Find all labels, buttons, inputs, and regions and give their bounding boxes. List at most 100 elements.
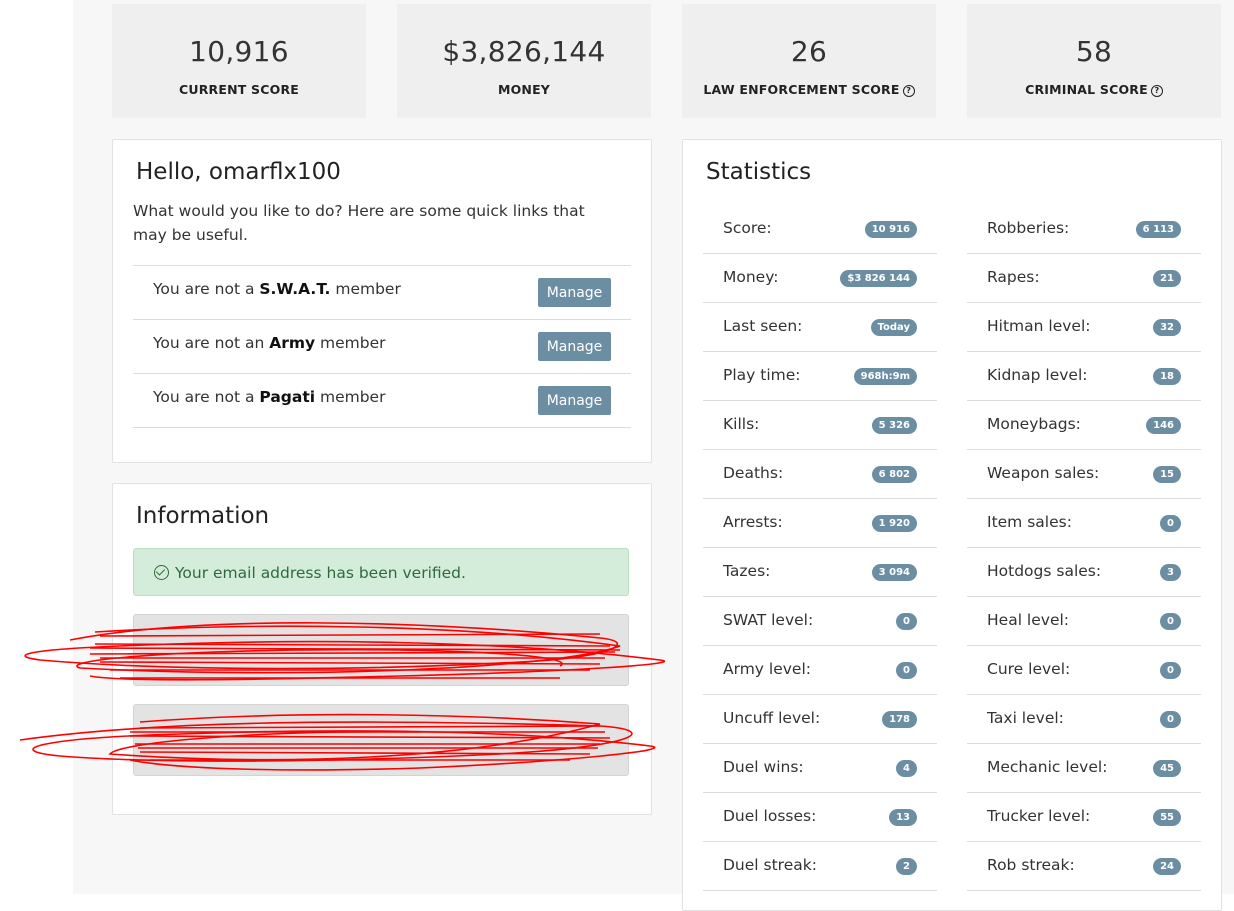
stats-badge: 1 920	[871, 515, 917, 532]
stat-value: $3,826,144	[442, 35, 606, 68]
stats-row-mechanic-level: Mechanic level: 45	[967, 744, 1201, 793]
stat-value: 26	[790, 35, 828, 68]
stats-badge: 0	[896, 613, 917, 630]
help-icon[interactable]: ?	[902, 85, 915, 97]
membership-prefix: You are not a	[153, 388, 260, 406]
stat-value: 10,916	[189, 35, 289, 68]
membership-group: Army	[269, 334, 316, 352]
membership-group: S.W.A.T.	[259, 280, 331, 298]
membership-suffix: member	[315, 388, 386, 406]
statistics-title: Statistics	[706, 159, 812, 185]
stats-row-army-level: Army level: 0	[703, 646, 937, 695]
help-icon[interactable]: ?	[1150, 85, 1163, 97]
stat-label: CURRENT SCORE	[178, 82, 300, 97]
stat-label: LAW ENFORCEMENT SCORE	[703, 82, 900, 97]
stats-badge: 3 094	[871, 564, 917, 581]
stats-row-duel-streak: Duel streak: 2	[703, 842, 937, 891]
stats-label: Uncuff level:	[723, 709, 821, 727]
stat-card-criminal-score: 58 CRIMINAL SCORE?	[967, 4, 1221, 118]
redacted-info-box	[133, 704, 629, 776]
stats-badge: $3 826 144	[840, 270, 917, 287]
membership-prefix: You are not an	[153, 334, 270, 352]
stats-label: Score:	[723, 219, 772, 237]
welcome-title: Hello, omarflx100	[136, 159, 341, 185]
stats-row-moneybags: Moneybags: 146	[967, 401, 1201, 450]
stats-row-money: Money: $3 826 144	[703, 254, 937, 303]
stats-label: Rob streak:	[987, 856, 1075, 874]
stat-card-current-score: 10,916 CURRENT SCORE	[112, 4, 366, 118]
membership-suffix: member	[330, 280, 401, 298]
membership-status: You are not a Pagati member	[153, 388, 385, 406]
stats-row-last-seen: Last seen: Today	[703, 303, 937, 352]
stats-label: Hitman level:	[987, 317, 1091, 335]
stats-label: Kills:	[723, 415, 760, 433]
stats-badge: 0	[1160, 711, 1181, 728]
stats-badge: 45	[1153, 760, 1181, 777]
stats-row-arrests: Arrests: 1 920	[703, 499, 937, 548]
stats-row-duel-losses: Duel losses: 13	[703, 793, 937, 842]
stats-row-kidnap-level: Kidnap level: 18	[967, 352, 1201, 401]
stats-row-duel-wins: Duel wins: 4	[703, 744, 937, 793]
redacted-info-box	[133, 614, 629, 686]
stats-badge: 32	[1153, 319, 1181, 336]
stats-label: Play time:	[723, 366, 801, 384]
stats-label: Army level:	[723, 660, 811, 678]
stat-card-law-enforcement-score: 26 LAW ENFORCEMENT SCORE?	[682, 4, 936, 118]
stats-row-uncuff-level: Uncuff level: 178	[703, 695, 937, 744]
stats-label: Tazes:	[723, 562, 771, 580]
stat-card-money: $3,826,144 MONEY	[397, 4, 651, 118]
stats-row-kills: Kills: 5 326	[703, 401, 937, 450]
stats-badge: 4	[896, 760, 917, 777]
stats-label: Duel wins:	[723, 758, 804, 776]
stats-label: Trucker level:	[987, 807, 1091, 825]
stats-row-robberies: Robberies: 6 113	[967, 205, 1201, 254]
stats-badge: 5 326	[871, 417, 917, 434]
stats-badge: 0	[1160, 515, 1181, 532]
stats-badge: 968h:9m	[853, 368, 917, 385]
welcome-intro: What would you like to do? Here are some…	[133, 202, 585, 244]
check-circle-icon	[154, 565, 169, 580]
statistics-panel: Statistics Score: 10 916 Money: $3 826 144…	[682, 139, 1222, 911]
stats-row-hotdogs-sales: Hotdogs sales: 3	[967, 548, 1201, 597]
stats-badge: 2	[896, 858, 917, 875]
stats-label: SWAT level:	[723, 611, 814, 629]
membership-status: You are not a S.W.A.T. member	[153, 280, 401, 298]
stats-row-hitman-level: Hitman level: 32	[967, 303, 1201, 352]
stats-row-swat-level: SWAT level: 0	[703, 597, 937, 646]
stat-label-wrap: CRIMINAL SCORE?	[967, 82, 1221, 97]
stats-label: Hotdogs sales:	[987, 562, 1102, 580]
stats-label: Last seen:	[723, 317, 803, 335]
stats-row-heal-level: Heal level: 0	[967, 597, 1201, 646]
stats-label: Taxi level:	[987, 709, 1064, 727]
manage-army-button[interactable]: Manage	[538, 332, 611, 361]
stats-label: Money:	[723, 268, 779, 286]
stats-label: Rapes:	[987, 268, 1040, 286]
stats-label: Kidnap level:	[987, 366, 1088, 384]
email-verified-alert: Your email address has been verified.	[133, 548, 629, 596]
quick-link-row: You are not an Army member Manage	[133, 319, 631, 373]
membership-suffix: member	[315, 334, 386, 352]
stats-badge: 178	[882, 711, 917, 728]
stats-label: Cure level:	[987, 660, 1071, 678]
stats-badge: 6 802	[871, 466, 917, 483]
stats-badge: 6 113	[1135, 221, 1181, 238]
information-panel: Information Your email address has been …	[112, 483, 652, 815]
stats-badge: 3	[1160, 564, 1181, 581]
membership-prefix: You are not a	[153, 280, 260, 298]
stats-label: Duel losses:	[723, 807, 817, 825]
stat-label: MONEY	[497, 82, 551, 97]
stats-row-score: Score: 10 916	[703, 205, 937, 254]
stats-badge: 10 916	[864, 221, 917, 238]
stats-row-rapes: Rapes: 21	[967, 254, 1201, 303]
manage-swat-button[interactable]: Manage	[538, 278, 611, 307]
stats-badge: 0	[896, 662, 917, 679]
stats-row-item-sales: Item sales: 0	[967, 499, 1201, 548]
manage-pagati-button[interactable]: Manage	[538, 386, 611, 415]
stats-badge: 13	[889, 809, 917, 826]
email-verified-text: Your email address has been verified.	[175, 564, 466, 582]
membership-status: You are not an Army member	[153, 334, 386, 352]
stats-badge: 18	[1153, 368, 1181, 385]
stat-label-wrap: LAW ENFORCEMENT SCORE?	[682, 82, 936, 97]
stats-label: Duel streak:	[723, 856, 817, 874]
stats-badge: 0	[1160, 613, 1181, 630]
